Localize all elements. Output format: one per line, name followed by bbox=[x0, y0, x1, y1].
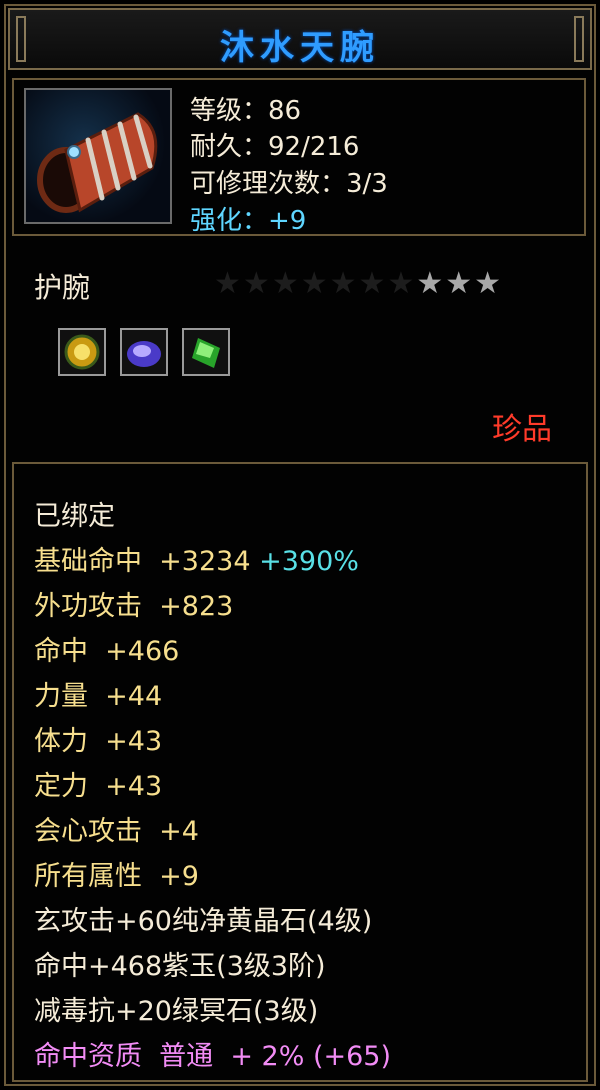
item-type: 护腕 bbox=[34, 271, 91, 304]
attr-ext-attack: 外功攻击 +823 bbox=[34, 584, 233, 623]
attr-label: 体力 bbox=[34, 726, 88, 757]
attr-label: 力量 bbox=[34, 681, 88, 712]
attr-label: 命中 bbox=[34, 636, 88, 667]
attr-value: +9 bbox=[159, 861, 199, 892]
attr-label: 会心攻击 bbox=[34, 816, 142, 847]
item-repairs: 可修理次数：3/3 bbox=[190, 169, 388, 199]
attr-label: 定力 bbox=[34, 771, 88, 802]
attr-value: +466 bbox=[105, 636, 180, 667]
attr-label: 所有属性 bbox=[34, 861, 142, 892]
attr-value: +3234 bbox=[159, 546, 251, 577]
item-level: 等级：86 bbox=[190, 96, 302, 126]
gem-bonus-1: 玄攻击+60纯净黄晶石(4级) bbox=[34, 906, 373, 937]
item-durability: 耐久：92/216 bbox=[190, 132, 360, 162]
bracer-icon bbox=[24, 88, 172, 224]
star-icon: ★ bbox=[416, 266, 446, 301]
star-icon: ★ bbox=[242, 266, 272, 301]
attr-value: +823 bbox=[159, 591, 234, 622]
item-name: 沐水天腕 bbox=[220, 28, 380, 68]
attr-base-hit: 基础命中 +3234 +390% bbox=[34, 539, 359, 578]
star-icon: ★ bbox=[329, 266, 359, 301]
attr-constitution: 体力 +43 bbox=[34, 719, 162, 758]
bound-status: 已绑定 bbox=[34, 501, 115, 532]
attr-aptitude: 命中资质 普通 + 2% (+65) bbox=[34, 1034, 391, 1073]
green-stone-gem-icon[interactable] bbox=[182, 328, 230, 376]
aptitude-label: 命中资质 bbox=[34, 1041, 142, 1072]
attr-value: +44 bbox=[105, 681, 163, 712]
star-icon: ★ bbox=[300, 266, 330, 301]
attr-value: +4 bbox=[159, 816, 199, 847]
attr-hit: 命中 +466 bbox=[34, 629, 179, 668]
attr-focus: 定力 +43 bbox=[34, 764, 162, 803]
attr-value: +43 bbox=[105, 726, 163, 757]
yellow-crystal-gem-icon[interactable] bbox=[58, 328, 106, 376]
star-icon: ★ bbox=[387, 266, 417, 301]
star-icon: ★ bbox=[271, 266, 301, 301]
attr-percent: +390% bbox=[259, 546, 359, 577]
rarity-label: 珍品 bbox=[492, 412, 552, 447]
star-icon: ★ bbox=[214, 266, 243, 301]
attr-label: 外功攻击 bbox=[34, 591, 142, 622]
aptitude-grade: 普通 bbox=[159, 1041, 214, 1072]
title-bar: 沐水天腕 bbox=[8, 8, 592, 70]
purple-jade-gem-icon[interactable] bbox=[120, 328, 168, 376]
star-icon: ★ bbox=[445, 266, 475, 301]
aptitude-bonus: + 2% (+65) bbox=[230, 1041, 392, 1072]
attr-all: 所有属性 +9 bbox=[34, 854, 199, 893]
star-icon: ★ bbox=[474, 266, 504, 301]
gem-bonus-3: 减毒抗+20绿冥石(3级) bbox=[34, 996, 319, 1027]
attr-crit: 会心攻击 +4 bbox=[34, 809, 199, 848]
item-summary: 等级：86 耐久：92/216 可修理次数：3/3 强化：+9 bbox=[12, 78, 586, 236]
star-rating: ★★★★★★★★★★ bbox=[214, 266, 503, 301]
attr-value: +43 bbox=[105, 771, 163, 802]
gem-bonus-2: 命中+468紫玉(3级3阶) bbox=[34, 951, 326, 982]
item-enhance: 强化：+9 bbox=[190, 206, 307, 236]
attr-label: 基础命中 bbox=[34, 546, 142, 577]
star-icon: ★ bbox=[358, 266, 388, 301]
attr-strength: 力量 +44 bbox=[34, 674, 162, 713]
